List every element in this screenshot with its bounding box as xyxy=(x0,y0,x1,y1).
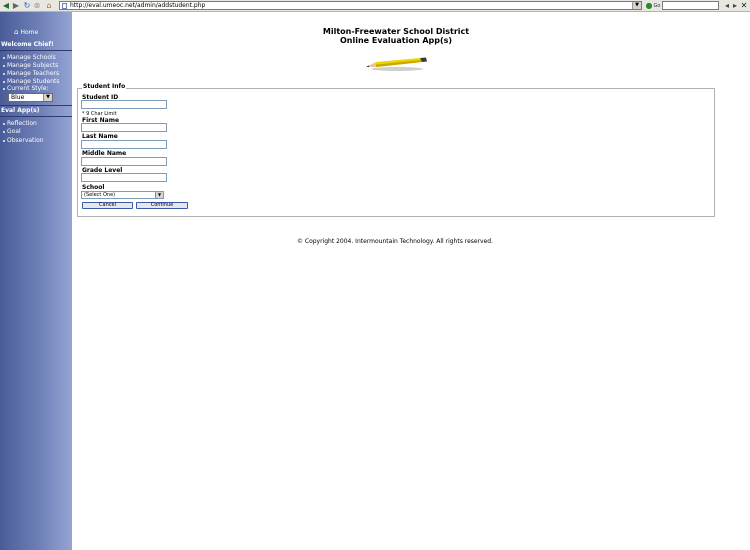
sidebar: ⌂ Home Welcome Chief! Manage Schools Mana… xyxy=(0,12,72,550)
sidebar-item-current-style: Current Style: xyxy=(3,85,49,92)
sidebar-item-reflection[interactable]: Reflection xyxy=(3,120,37,127)
go-label-icon[interactable]: Go xyxy=(652,1,662,11)
bullet-icon xyxy=(3,87,5,90)
style-select-value: Blue xyxy=(11,94,25,101)
district-name: Milton-Freewater School District xyxy=(322,27,470,36)
home-label: Home xyxy=(20,29,39,36)
stop-icon[interactable]: ⊗ xyxy=(32,1,42,11)
eval-apps-heading: Eval App(s) xyxy=(1,107,40,114)
home-browser-icon[interactable]: ⌂ xyxy=(44,1,54,11)
home-icon: ⌂ xyxy=(14,28,19,36)
address-url: http://eval.umeoc.net/admin/addstudent.p… xyxy=(70,2,206,9)
page-title: Milton-Freewater School District Online … xyxy=(300,27,492,45)
student-info-fieldset xyxy=(77,88,715,217)
back-icon[interactable]: ◀ xyxy=(1,1,11,11)
middle-name-input[interactable] xyxy=(81,157,167,166)
school-select-value: (Select One) xyxy=(84,192,116,198)
sidebar-item-label: Current Style: xyxy=(7,85,49,92)
bullet-icon xyxy=(3,139,5,142)
chevron-down-icon[interactable]: ▼ xyxy=(155,192,163,198)
sidebar-divider xyxy=(0,105,72,106)
address-dropdown-icon[interactable]: ▼ xyxy=(632,2,641,9)
sidebar-item-label: Goal xyxy=(7,128,21,135)
student-id-input[interactable] xyxy=(81,100,167,109)
sidebar-item-manage-students[interactable]: Manage Students xyxy=(3,78,60,85)
welcome-heading: Welcome Chief! xyxy=(1,41,54,48)
bullet-icon xyxy=(3,64,5,67)
bullet-icon xyxy=(3,130,5,133)
sidebar-item-manage-subjects[interactable]: Manage Subjects xyxy=(3,62,58,69)
address-bar[interactable]: http://eval.umeoc.net/admin/addstudent.p… xyxy=(59,1,642,10)
sidebar-home-link[interactable]: ⌂ Home xyxy=(14,28,38,36)
grade-level-input[interactable] xyxy=(81,173,167,182)
sidebar-item-observation[interactable]: Observation xyxy=(3,137,44,144)
bullet-icon xyxy=(3,80,5,83)
bullet-icon xyxy=(3,72,5,75)
sidebar-item-label: Manage Students xyxy=(7,78,60,85)
last-name-label: Last Name xyxy=(82,133,118,140)
app-name: Online Evaluation App(s) xyxy=(339,36,453,45)
middle-name-label: Middle Name xyxy=(82,150,127,157)
continue-button[interactable]: Continue xyxy=(136,202,188,209)
bullet-icon xyxy=(3,56,5,59)
copyright-text: © Copyright 2004. Intermountain Technolo… xyxy=(296,238,494,245)
fieldset-legend: Student Info xyxy=(82,83,127,90)
browser-toolbar: ◀ ▶ ↻ ⊗ ⌂ http://eval.umeoc.net/admin/ad… xyxy=(0,0,750,12)
search-input[interactable] xyxy=(662,1,719,10)
cancel-button[interactable]: Cancel xyxy=(82,202,133,209)
bullet-icon xyxy=(3,122,5,125)
sidebar-item-label: Manage Subjects xyxy=(7,62,59,69)
first-name-input[interactable] xyxy=(81,123,167,132)
sidebar-item-label: Manage Schools xyxy=(7,54,56,61)
pencil-logo-icon xyxy=(366,57,427,71)
last-name-input[interactable] xyxy=(81,140,167,149)
sidebar-item-manage-schools[interactable]: Manage Schools xyxy=(3,54,56,61)
sidebar-divider xyxy=(0,50,72,51)
sidebar-item-label: Manage Teachers xyxy=(7,70,60,77)
forward-icon[interactable]: ▶ xyxy=(11,1,21,11)
sidebar-divider xyxy=(0,116,72,117)
close-icon[interactable]: ✕ xyxy=(739,1,749,11)
chevron-down-icon[interactable]: ▼ xyxy=(43,94,52,101)
reload-icon[interactable]: ↻ xyxy=(22,1,32,11)
sidebar-item-label: Observation xyxy=(7,137,44,144)
school-label: School xyxy=(82,184,105,191)
sidebar-item-goal[interactable]: Goal xyxy=(3,128,21,135)
sidebar-item-label: Reflection xyxy=(7,120,37,127)
style-select[interactable]: Blue ▼ xyxy=(8,93,53,102)
sidebar-item-manage-teachers[interactable]: Manage Teachers xyxy=(3,70,59,77)
school-select[interactable]: (Select One) ▼ xyxy=(81,191,164,199)
page-icon xyxy=(62,3,67,9)
